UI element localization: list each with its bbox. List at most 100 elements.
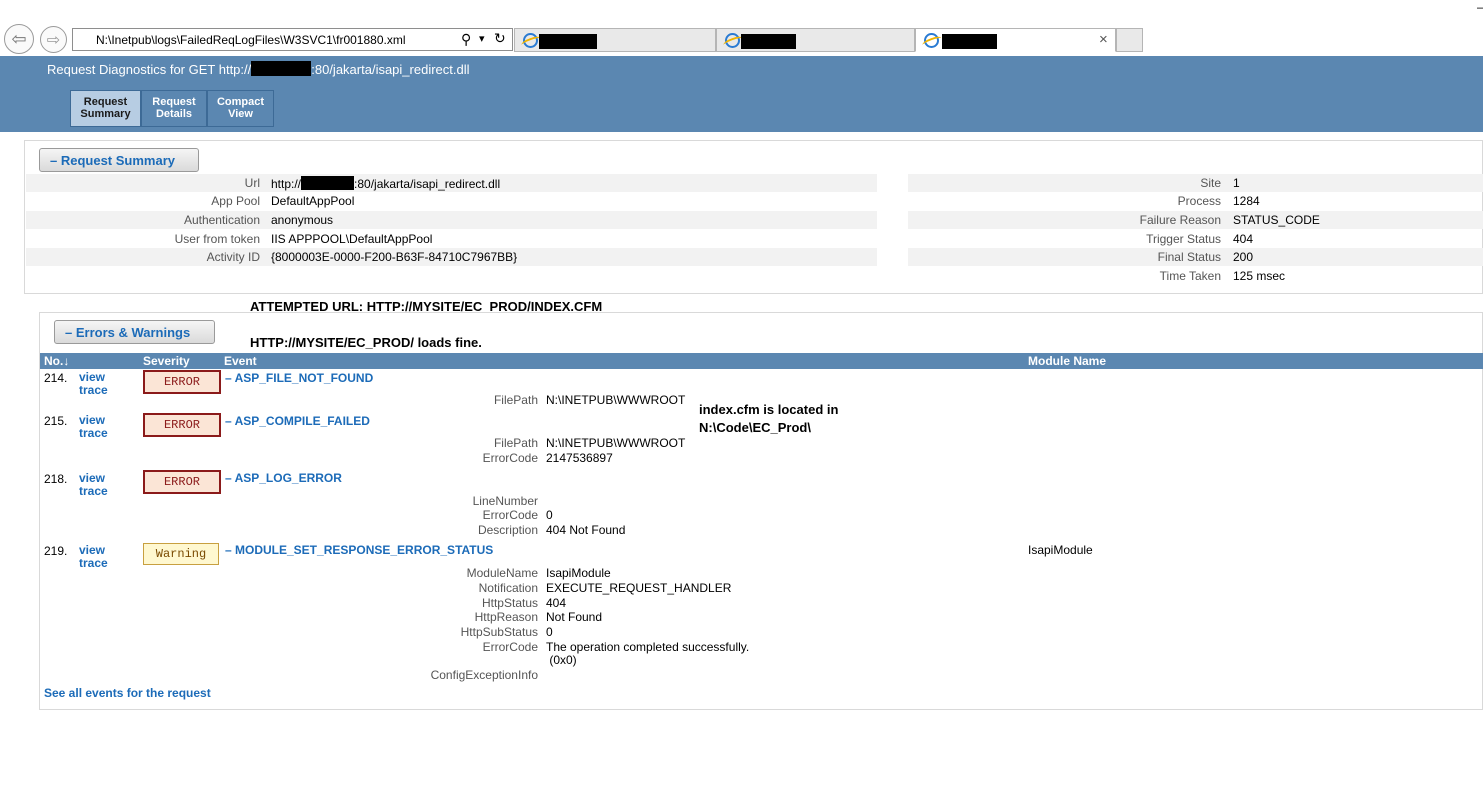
event-prop-value: Not Found <box>546 610 603 624</box>
event-prop-key: ConfigExceptionInfo <box>430 668 538 682</box>
col-no[interactable]: No.↓ <box>44 354 69 368</box>
errors-warnings-toggle[interactable]: – Errors & Warnings <box>54 320 215 344</box>
event-prop-key: ModuleName <box>466 566 538 580</box>
view-text: view <box>79 471 106 485</box>
severity-badge-error: ERROR <box>143 370 221 394</box>
event-name[interactable]: – ASP_FILE_NOT_FOUND <box>225 371 373 385</box>
url-prefix: http:// <box>271 177 302 191</box>
event-prop-value-cont: (0x0) <box>546 653 577 667</box>
event-prop-key: HttpReason <box>474 610 538 624</box>
severity-badge-error: ERROR <box>143 413 221 437</box>
event-number: 215. <box>44 414 68 428</box>
refresh-icon[interactable]: ↻ <box>494 30 506 47</box>
event-prop-value: 404 <box>546 596 567 610</box>
trace-text: trace <box>79 484 108 498</box>
summary-label: Process <box>1177 194 1221 208</box>
event-prop-key: ErrorCode <box>482 640 538 654</box>
summary-value: STATUS_CODE <box>1233 213 1320 227</box>
event-prop-value: IsapiModule <box>546 566 611 580</box>
view-text: view <box>79 370 106 384</box>
address-bar[interactable]: N:\Inetpub\logs\FailedReqLogFiles\W3SVC1… <box>72 28 513 51</box>
redacted-tab-title <box>539 34 597 49</box>
col-module-name: Module Name <box>1028 354 1107 368</box>
event-prop-key: FilePath <box>493 393 538 407</box>
event-prop-key: HttpSubStatus <box>460 625 538 639</box>
summary-label: Failure Reason <box>1139 213 1221 227</box>
back-button[interactable]: ⇦ <box>4 24 34 54</box>
event-prop-value: 0 <box>546 508 553 522</box>
view-text: view <box>79 543 106 557</box>
back-icon: ⇦ <box>11 28 27 49</box>
event-prop-value: 2147536897 <box>546 451 613 465</box>
event-name[interactable]: – MODULE_SET_RESPONSE_ERROR_STATUS <box>225 543 493 557</box>
severity-badge-warning: Warning <box>143 543 219 565</box>
event-prop-key: Description <box>477 523 538 537</box>
view-trace-link[interactable]: view trace <box>79 544 108 570</box>
title-suffix: :80/jakarta/isapi_redirect.dll <box>311 62 470 77</box>
event-prop-value: N:\INETPUB\WWWROOT <box>546 436 686 450</box>
tab-request-summary[interactable]: Request Summary <box>70 90 141 127</box>
event-prop-key: Notification <box>478 581 538 595</box>
see-all-events-link[interactable]: See all events for the request <box>44 687 211 700</box>
tab-request-details[interactable]: Request Details <box>141 90 207 127</box>
trace-text: trace <box>79 426 108 440</box>
url-suffix: :80/jakarta/isapi_redirect.dll <box>354 177 501 191</box>
summary-value: 200 <box>1233 250 1254 264</box>
redacted-tab-title <box>942 34 997 49</box>
col-severity: Severity <box>143 354 190 368</box>
browser-tab-3-active[interactable]: × <box>915 28 1116 52</box>
view-text: view <box>79 413 106 427</box>
ie-icon <box>725 33 740 48</box>
view-trace-link[interactable]: view trace <box>79 472 108 498</box>
summary-value: IIS APPPOOL\DefaultAppPool <box>271 232 433 246</box>
summary-label: Site <box>1200 176 1221 190</box>
new-tab-button[interactable] <box>1116 28 1143 52</box>
summary-value: 1 <box>1233 176 1240 190</box>
event-module-name: IsapiModule <box>1028 543 1093 557</box>
summary-value: 404 <box>1233 232 1254 246</box>
event-number: 214. <box>44 371 68 385</box>
close-tab-icon[interactable]: × <box>1099 31 1108 48</box>
event-prop-value: 404 Not Found <box>546 523 626 537</box>
located-note-1: index.cfm is located in <box>699 402 839 417</box>
event-name[interactable]: – ASP_COMPILE_FAILED <box>225 414 370 428</box>
summary-value: 1284 <box>1233 194 1260 208</box>
summary-label: Trigger Status <box>1146 232 1221 246</box>
dropdown-icon[interactable]: ▾ <box>479 32 485 45</box>
summary-value: 125 msec <box>1233 269 1286 283</box>
ie-icon <box>924 33 939 48</box>
trace-text: trace <box>79 556 108 570</box>
title-prefix: Request Diagnostics for GET http:// <box>47 62 252 77</box>
located-note-2: N:\Code\EC_Prod\ <box>699 420 811 435</box>
view-trace-link[interactable]: view trace <box>79 371 108 397</box>
minimize-glyph[interactable]: – <box>1477 0 1483 14</box>
forward-button[interactable]: ⇨ <box>40 26 67 53</box>
search-icon[interactable]: ⚲ <box>461 31 471 48</box>
event-number: 218. <box>44 472 68 486</box>
ie-icon <box>523 33 538 48</box>
summary-value: DefaultAppPool <box>271 194 355 208</box>
request-summary-toggle[interactable]: – Request Summary <box>39 148 199 172</box>
summary-label: App Pool <box>211 194 260 208</box>
summary-value: anonymous <box>271 213 334 227</box>
summary-label: Activity ID <box>206 250 260 264</box>
event-prop-value: N:\INETPUB\WWWROOT <box>546 393 686 407</box>
event-prop-key: ErrorCode <box>482 508 538 522</box>
event-prop-value: The operation completed successfully. <box>546 640 750 654</box>
event-prop-key: FilePath <box>493 436 538 450</box>
browser-tab-1[interactable] <box>514 28 716 52</box>
tab-compact-view[interactable]: Compact View <box>207 90 274 127</box>
page-title: Request Diagnostics for GET http:// :80/j… <box>47 61 470 77</box>
redacted-host <box>301 176 355 190</box>
summary-label: User from token <box>174 232 260 246</box>
event-prop-key: ErrorCode <box>482 451 538 465</box>
forward-icon: ⇨ <box>46 31 61 49</box>
event-name[interactable]: – ASP_LOG_ERROR <box>225 471 342 485</box>
summary-value-url: http:// :80/jakarta/isapi_redirect.dll <box>271 176 500 191</box>
view-trace-link[interactable]: view trace <box>79 414 108 440</box>
event-prop-key: LineNumber <box>472 494 538 508</box>
browser-tab-2[interactable] <box>716 28 915 52</box>
event-prop-value: EXECUTE_REQUEST_HANDLER <box>546 581 732 595</box>
severity-badge-error: ERROR <box>143 470 221 494</box>
address-text: N:\Inetpub\logs\FailedReqLogFiles\W3SVC1… <box>96 33 406 47</box>
